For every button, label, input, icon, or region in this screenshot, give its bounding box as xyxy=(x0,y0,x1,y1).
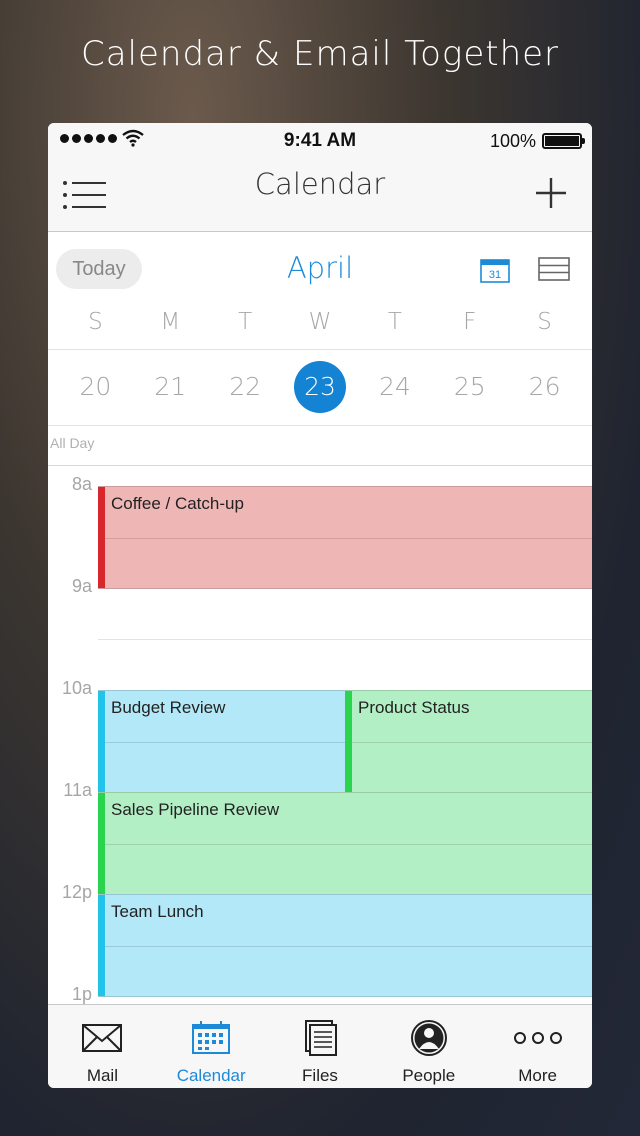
date-cell[interactable]: 25 xyxy=(432,361,507,413)
half-hour-line xyxy=(105,843,592,845)
tab-mail[interactable]: Mail xyxy=(48,1005,157,1088)
date-cell[interactable]: 21 xyxy=(133,361,208,413)
date-cell[interactable]: 22 xyxy=(208,361,283,413)
event-color-bar xyxy=(98,895,105,996)
event-color-bar xyxy=(345,691,352,792)
weekday-label: S xyxy=(537,309,552,335)
hour-label: 9a xyxy=(71,576,92,596)
calendar-grid-icon xyxy=(190,1019,232,1057)
battery-percent: 100% xyxy=(489,131,536,151)
tab-label: Calendar xyxy=(176,1066,246,1085)
add-event-icon[interactable] xyxy=(534,176,568,210)
date-cell-selected[interactable]: 23 xyxy=(283,361,358,413)
tab-files[interactable]: Files xyxy=(266,1005,375,1088)
list-view-icon[interactable] xyxy=(538,257,570,281)
half-hour-line xyxy=(352,741,592,743)
event-block[interactable]: Budget Review xyxy=(98,690,345,793)
date-row: 20 21 22 23 24 25 26 xyxy=(58,361,582,413)
person-icon xyxy=(408,1019,450,1057)
event-block[interactable]: Team Lunch xyxy=(98,894,592,997)
weekday-row: SMTWTFS xyxy=(58,309,582,349)
divider xyxy=(48,349,592,350)
hour-label: 11a xyxy=(63,780,92,800)
nav-bar: Calendar xyxy=(48,157,592,232)
hour-label: 10a xyxy=(61,678,92,698)
page-title: Calendar xyxy=(254,167,386,201)
hour-label: 1p xyxy=(71,984,92,1004)
event-title: Coffee / Catch-up xyxy=(111,494,244,513)
hour-label: 12p xyxy=(61,882,92,902)
tab-people[interactable]: People xyxy=(374,1005,483,1088)
event-title: Product Status xyxy=(358,698,470,717)
files-icon xyxy=(299,1019,341,1057)
day-timeline[interactable]: 8a 9a 10a 11a 12p 1p Coffee / Catch-up Budget R… xyxy=(48,466,592,1004)
calendar-header: Today April 31 xyxy=(48,233,592,305)
half-hour-line xyxy=(98,639,592,640)
calendar-icon-day: 31 xyxy=(489,269,501,281)
event-color-bar xyxy=(98,793,105,894)
tab-label: Mail xyxy=(86,1066,118,1085)
all-day-label: All Day xyxy=(50,435,95,451)
month-label: April xyxy=(286,251,354,285)
half-hour-line xyxy=(105,741,345,743)
weekday-label: F xyxy=(463,309,477,335)
phone-screen: 9:41 AM 100% Calendar Today April 31 S M T… xyxy=(48,123,592,1088)
event-title: Budget Review xyxy=(111,698,226,717)
tab-label: People xyxy=(402,1066,456,1085)
event-color-bar xyxy=(98,691,105,792)
weekday-label: S xyxy=(88,309,103,335)
weekday-label: T xyxy=(238,309,253,335)
tab-label: Files xyxy=(302,1066,338,1085)
date-cell[interactable]: 26 xyxy=(507,361,582,413)
envelope-icon xyxy=(81,1019,123,1057)
tab-calendar[interactable]: Calendar xyxy=(157,1005,266,1088)
tab-more[interactable]: More xyxy=(483,1005,592,1088)
half-hour-line xyxy=(105,945,592,947)
ellipsis-icon xyxy=(512,1019,564,1057)
promo-title: Calendar & Email Together xyxy=(80,34,560,74)
divider xyxy=(48,425,592,426)
weekday-label: W xyxy=(308,309,332,335)
event-color-bar xyxy=(98,487,105,588)
event-title: Team Lunch xyxy=(111,902,204,921)
battery-icon xyxy=(542,133,585,149)
month-view-calendar-icon[interactable]: 31 xyxy=(480,257,510,283)
status-bar: 9:41 AM 100% xyxy=(48,123,592,157)
date-cell[interactable]: 24 xyxy=(357,361,432,413)
weekday-label: T xyxy=(387,309,402,335)
half-hour-line xyxy=(105,537,592,539)
weekday-label: M xyxy=(160,309,181,335)
event-title: Sales Pipeline Review xyxy=(111,800,280,819)
event-block[interactable]: Sales Pipeline Review xyxy=(98,792,592,895)
event-block[interactable]: Coffee / Catch-up xyxy=(98,486,592,589)
event-block[interactable]: Product Status xyxy=(345,690,592,793)
tab-label: More xyxy=(518,1066,557,1085)
hour-label: 8a xyxy=(71,474,92,494)
date-cell[interactable]: 20 xyxy=(58,361,133,413)
tab-bar: Mail Calendar Files People More xyxy=(48,1004,592,1088)
